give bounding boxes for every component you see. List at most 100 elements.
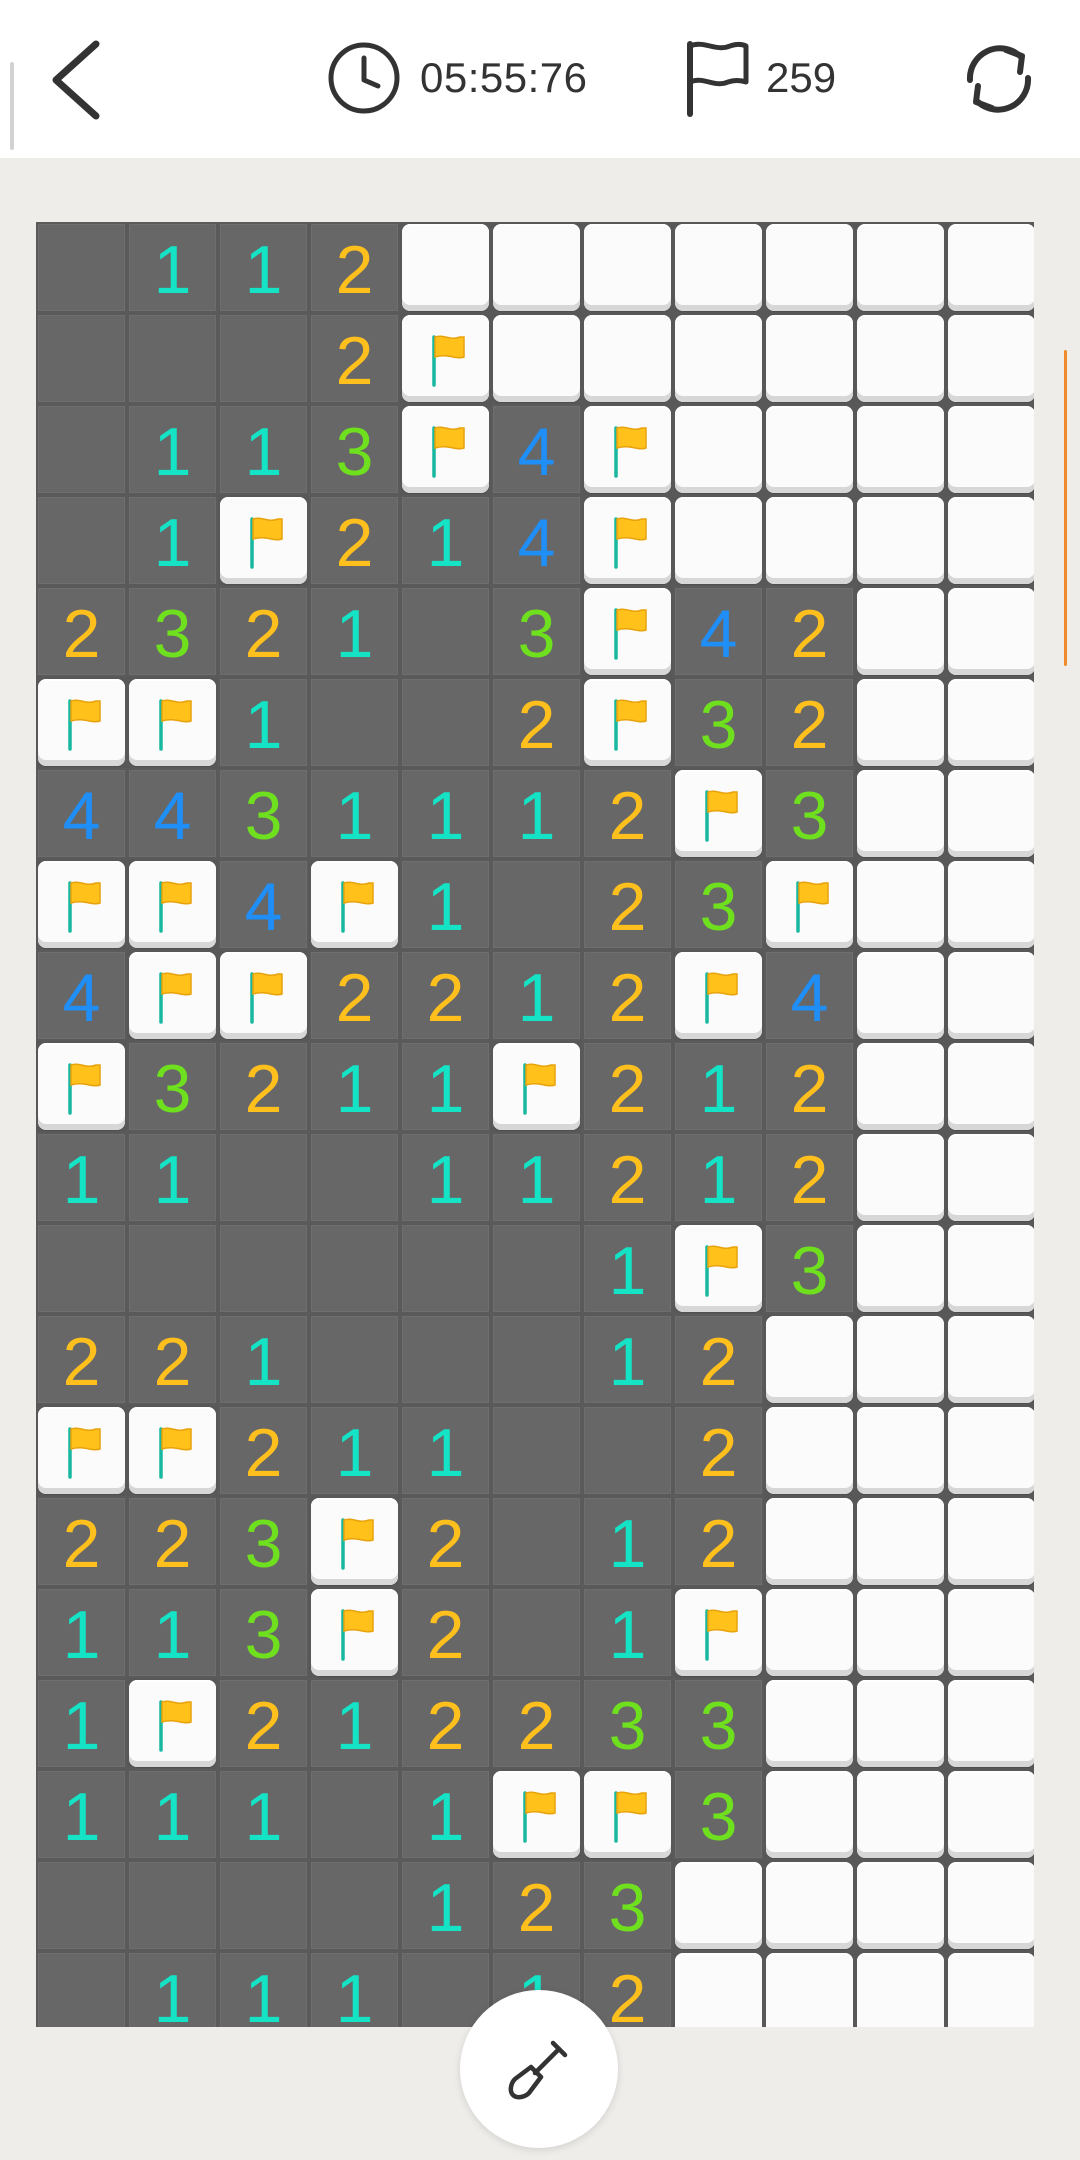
cell-unopened[interactable]: [857, 588, 944, 675]
cell-empty[interactable]: [400, 677, 491, 768]
cell-flagged[interactable]: [493, 1771, 580, 1858]
cell-number[interactable]: 1: [127, 1951, 218, 2027]
cell-unopened[interactable]: [948, 224, 1034, 311]
cell-number[interactable]: 3: [127, 586, 218, 677]
cell-number[interactable]: 1: [400, 495, 491, 586]
cell-number[interactable]: 3: [491, 586, 582, 677]
cell-flagged[interactable]: [766, 861, 853, 948]
cell-flagged[interactable]: [129, 1680, 216, 1767]
cell-number[interactable]: 1: [491, 768, 582, 859]
cell-unopened[interactable]: [766, 1589, 853, 1676]
cell-number[interactable]: 4: [491, 404, 582, 495]
cell-empty[interactable]: [309, 1314, 400, 1405]
cell-flagged[interactable]: [311, 1498, 398, 1585]
cell-number[interactable]: 2: [36, 1314, 127, 1405]
cell-flagged[interactable]: [220, 952, 307, 1039]
cell-empty[interactable]: [36, 495, 127, 586]
cell-number[interactable]: 2: [309, 222, 400, 313]
cell-unopened[interactable]: [857, 1134, 944, 1221]
cell-number[interactable]: 3: [218, 768, 309, 859]
restart-button[interactable]: [954, 34, 1044, 124]
cell-number[interactable]: 2: [491, 677, 582, 768]
cell-number[interactable]: 4: [491, 495, 582, 586]
cell-unopened[interactable]: [584, 224, 671, 311]
cell-empty[interactable]: [127, 1860, 218, 1951]
board-viewport[interactable]: 1122113412142321342123244311123412342212…: [36, 222, 1034, 2027]
cell-number[interactable]: 4: [218, 859, 309, 950]
cell-flagged[interactable]: [129, 1407, 216, 1494]
cell-unopened[interactable]: [948, 952, 1034, 1039]
cell-unopened[interactable]: [948, 1134, 1034, 1221]
cell-unopened[interactable]: [857, 679, 944, 766]
cell-number[interactable]: 2: [673, 1314, 764, 1405]
cell-number[interactable]: 2: [764, 586, 855, 677]
cell-unopened[interactable]: [766, 1407, 853, 1494]
cell-unopened[interactable]: [766, 1771, 853, 1858]
cell-flagged[interactable]: [402, 315, 489, 402]
cell-number[interactable]: 2: [127, 1314, 218, 1405]
cell-number[interactable]: 1: [127, 495, 218, 586]
cell-number[interactable]: 1: [582, 1223, 673, 1314]
cell-empty[interactable]: [400, 1951, 491, 2027]
cell-number[interactable]: 1: [673, 1041, 764, 1132]
scroll-indicator[interactable]: [1064, 350, 1067, 666]
cell-number[interactable]: 2: [127, 1496, 218, 1587]
cell-unopened[interactable]: [857, 1316, 944, 1403]
cell-unopened[interactable]: [766, 1862, 853, 1949]
cell-number[interactable]: 1: [36, 1587, 127, 1678]
cell-empty[interactable]: [309, 1223, 400, 1314]
cell-number[interactable]: 3: [673, 859, 764, 950]
cell-unopened[interactable]: [948, 679, 1034, 766]
cell-number[interactable]: 4: [36, 768, 127, 859]
cell-number[interactable]: 4: [127, 768, 218, 859]
cell-flagged[interactable]: [38, 861, 125, 948]
cell-empty[interactable]: [491, 1587, 582, 1678]
cell-unopened[interactable]: [948, 1680, 1034, 1767]
cell-unopened[interactable]: [766, 1953, 853, 2027]
cell-unopened[interactable]: [675, 224, 762, 311]
cell-unopened[interactable]: [948, 315, 1034, 402]
cell-empty[interactable]: [36, 313, 127, 404]
cell-number[interactable]: 1: [491, 1132, 582, 1223]
cell-number[interactable]: 1: [36, 1769, 127, 1860]
cell-number[interactable]: 3: [673, 1678, 764, 1769]
cell-number[interactable]: 1: [127, 222, 218, 313]
cell-number[interactable]: 1: [309, 1041, 400, 1132]
cell-flagged[interactable]: [402, 406, 489, 493]
cell-number[interactable]: 1: [582, 1314, 673, 1405]
cell-empty[interactable]: [218, 1132, 309, 1223]
cell-unopened[interactable]: [766, 1316, 853, 1403]
cell-unopened[interactable]: [948, 1498, 1034, 1585]
cell-number[interactable]: 1: [36, 1678, 127, 1769]
cell-number[interactable]: 2: [400, 1496, 491, 1587]
cell-empty[interactable]: [127, 313, 218, 404]
cell-unopened[interactable]: [857, 952, 944, 1039]
cell-unopened[interactable]: [948, 1862, 1034, 1949]
cell-number[interactable]: 3: [582, 1678, 673, 1769]
cell-number[interactable]: 3: [582, 1860, 673, 1951]
cell-flagged[interactable]: [129, 861, 216, 948]
cell-flagged[interactable]: [584, 679, 671, 766]
cell-number[interactable]: 2: [764, 1132, 855, 1223]
cell-number[interactable]: 1: [400, 859, 491, 950]
cell-flagged[interactable]: [584, 406, 671, 493]
cell-number[interactable]: 1: [309, 1678, 400, 1769]
cell-flagged[interactable]: [311, 861, 398, 948]
cell-unopened[interactable]: [948, 1589, 1034, 1676]
cell-flagged[interactable]: [38, 679, 125, 766]
cell-unopened[interactable]: [857, 1680, 944, 1767]
cell-unopened[interactable]: [675, 406, 762, 493]
cell-unopened[interactable]: [857, 1043, 944, 1130]
cell-number[interactable]: 1: [309, 1405, 400, 1496]
cell-empty[interactable]: [36, 1223, 127, 1314]
cell-number[interactable]: 2: [218, 586, 309, 677]
cell-number[interactable]: 2: [218, 1041, 309, 1132]
cell-unopened[interactable]: [948, 1043, 1034, 1130]
cell-number[interactable]: 2: [764, 1041, 855, 1132]
cell-unopened[interactable]: [948, 1771, 1034, 1858]
cell-empty[interactable]: [400, 1223, 491, 1314]
cell-unopened[interactable]: [948, 1316, 1034, 1403]
cell-number[interactable]: 1: [400, 1769, 491, 1860]
cell-empty[interactable]: [36, 222, 127, 313]
cell-flagged[interactable]: [38, 1043, 125, 1130]
